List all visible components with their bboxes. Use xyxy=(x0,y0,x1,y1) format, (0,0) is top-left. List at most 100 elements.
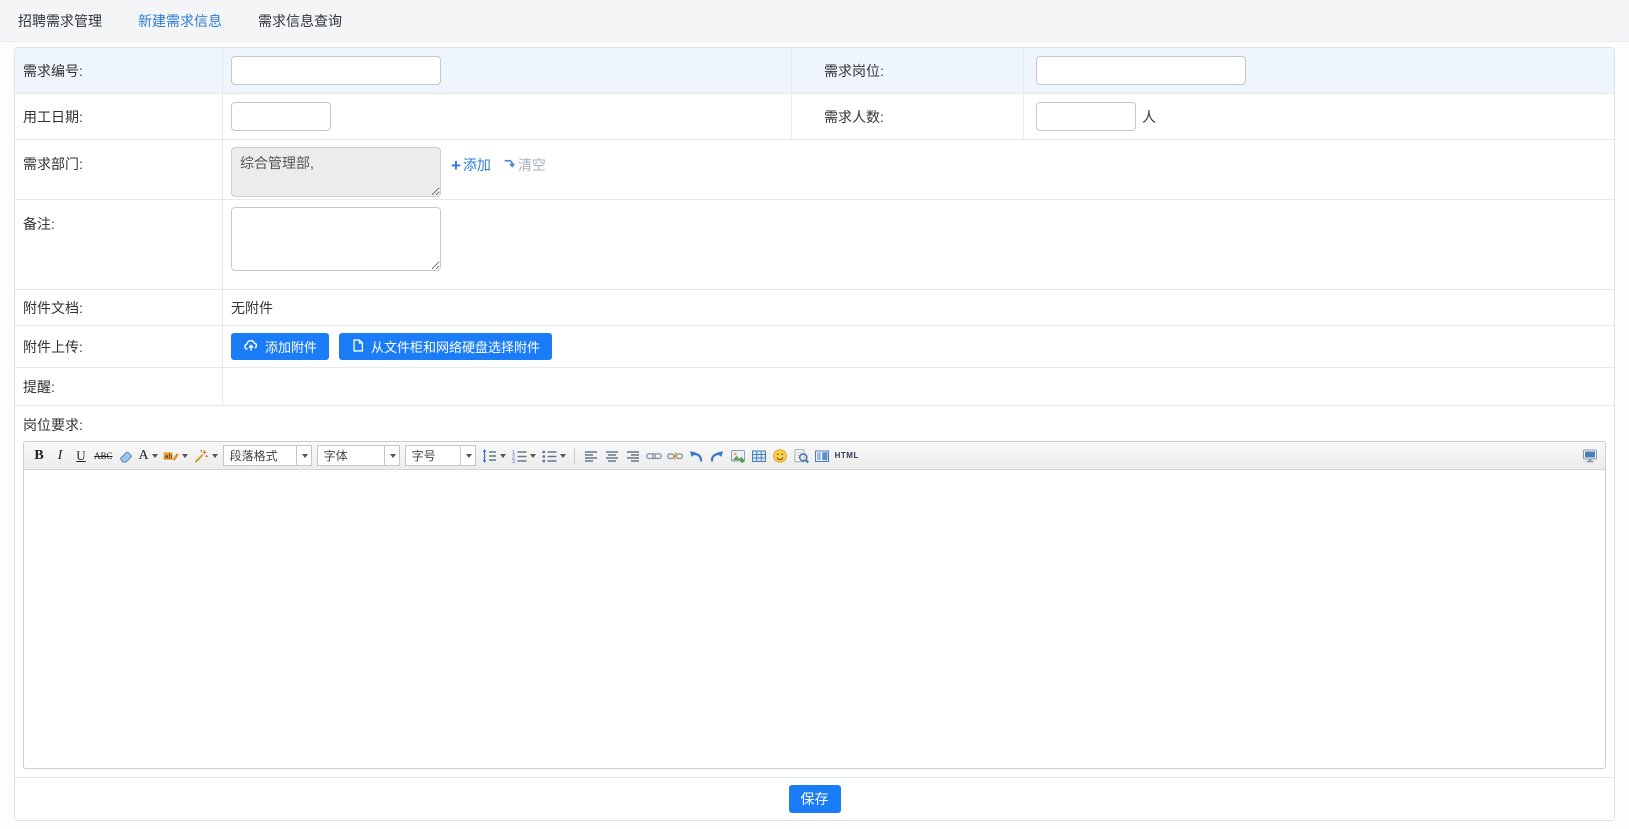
magnifier-icon xyxy=(793,448,809,464)
font-size-select[interactable]: 字号 xyxy=(405,445,476,466)
font-family-value: 字体 xyxy=(318,447,384,464)
chevron-down-icon xyxy=(296,446,311,465)
remark-label-text: 备注: xyxy=(23,214,55,234)
insert-link-button[interactable] xyxy=(644,446,664,466)
italic-button[interactable]: I xyxy=(50,446,70,466)
editor-toolbar: B I U ABC A ab 段落格式 字体 字号 xyxy=(24,442,1605,470)
ordered-list-icon: 123 xyxy=(511,448,527,464)
align-left-button[interactable] xyxy=(581,446,601,466)
align-right-icon xyxy=(625,448,641,464)
font-family-select[interactable]: 字体 xyxy=(317,445,400,466)
line-height-button[interactable] xyxy=(479,446,508,466)
align-left-icon xyxy=(583,448,599,464)
redo-button[interactable] xyxy=(707,446,727,466)
department-label-text: 需求部门: xyxy=(23,154,83,174)
italic-icon: I xyxy=(58,448,63,464)
preview-button[interactable] xyxy=(791,446,811,466)
bullet-list-icon xyxy=(541,448,557,464)
work-date-label: 用工日期: xyxy=(15,94,223,139)
row-attachment-doc: 附件文档: 无附件 xyxy=(15,290,1614,326)
align-center-button[interactable] xyxy=(602,446,622,466)
reminder-label: 提醒: xyxy=(15,368,223,405)
font-size-value: 字号 xyxy=(406,447,460,464)
row-reminder: 提醒: xyxy=(15,368,1614,406)
html-source-button[interactable]: HTML xyxy=(833,446,861,466)
redo-icon xyxy=(709,448,725,464)
line-height-icon xyxy=(481,448,497,464)
tab-demand-info-query[interactable]: 需求信息查询 xyxy=(258,11,342,31)
department-textarea[interactable]: 综合管理部, xyxy=(231,147,441,197)
underline-icon: U xyxy=(76,448,85,464)
highlight-icon: ab xyxy=(163,448,179,464)
tab-new-demand-info[interactable]: 新建需求信息 xyxy=(138,11,222,31)
insert-table-button[interactable] xyxy=(749,446,769,466)
smiley-icon xyxy=(772,448,788,464)
layout-blocks-button[interactable] xyxy=(812,446,832,466)
add-attachment-button[interactable]: 添加附件 xyxy=(231,333,329,360)
bold-button[interactable]: B xyxy=(29,446,49,466)
row-job-requirements: 岗位要求: B I U ABC A ab 段落格式 字体 xyxy=(15,406,1614,769)
format-wand-button[interactable] xyxy=(191,446,220,466)
tab-recruit-demand-management[interactable]: 招聘需求管理 xyxy=(18,11,102,31)
row-department: 需求部门: 综合管理部, + 添加 清空 xyxy=(15,140,1614,200)
attachment-doc-label-text: 附件文档: xyxy=(23,298,83,318)
chevron-down-icon xyxy=(460,446,475,465)
clear-link-label: 清空 xyxy=(518,155,546,175)
chevron-down-icon xyxy=(500,454,506,458)
remark-textarea[interactable] xyxy=(231,207,441,271)
headcount-input[interactable] xyxy=(1036,102,1136,131)
remark-label: 备注: xyxy=(15,200,223,289)
chevron-down-icon xyxy=(384,446,399,465)
underline-button[interactable]: U xyxy=(71,446,91,466)
paragraph-format-value: 段落格式 xyxy=(224,447,296,464)
clear-arrow-icon xyxy=(503,157,516,173)
chevron-down-icon xyxy=(560,454,566,458)
demand-post-input[interactable] xyxy=(1036,56,1246,85)
image-icon xyxy=(730,448,746,464)
save-bar: 保存 xyxy=(15,777,1614,820)
demand-no-label: 需求编号: xyxy=(15,48,223,93)
unlink-button[interactable] xyxy=(665,446,685,466)
plus-icon: + xyxy=(451,157,461,174)
undo-icon xyxy=(688,448,704,464)
paragraph-format-select[interactable]: 段落格式 xyxy=(223,445,312,466)
clear-department-link[interactable]: 清空 xyxy=(503,155,546,175)
strikethrough-button[interactable]: ABC xyxy=(92,446,115,466)
highlight-button[interactable]: ab xyxy=(161,446,190,466)
chevron-down-icon xyxy=(182,454,188,458)
align-center-icon xyxy=(604,448,620,464)
attachment-upload-label: 附件上传: xyxy=(15,326,223,367)
job-requirements-label-text: 岗位要求: xyxy=(23,417,83,433)
strikethrough-icon: ABC xyxy=(94,451,113,461)
demand-no-input[interactable] xyxy=(231,56,441,85)
select-from-cabinet-button-label: 从文件柜和网络硬盘选择附件 xyxy=(371,337,540,356)
bullet-list-button[interactable] xyxy=(539,446,568,466)
align-right-button[interactable] xyxy=(623,446,643,466)
add-attachment-button-label: 添加附件 xyxy=(265,337,317,356)
select-from-cabinet-button[interactable]: 从文件柜和网络硬盘选择附件 xyxy=(339,333,552,360)
demand-post-label-text: 需求岗位: xyxy=(824,61,884,81)
insert-image-button[interactable] xyxy=(728,446,748,466)
unlink-icon xyxy=(667,448,683,464)
font-color-button[interactable]: A xyxy=(137,446,160,466)
rich-text-editor: B I U ABC A ab 段落格式 字体 字号 xyxy=(23,441,1606,769)
add-link-label: 添加 xyxy=(463,155,491,175)
fullscreen-button[interactable] xyxy=(1580,446,1600,466)
undo-button[interactable] xyxy=(686,446,706,466)
cloud-upload-icon xyxy=(243,338,259,356)
chevron-down-icon xyxy=(530,454,536,458)
emoticon-button[interactable] xyxy=(770,446,790,466)
work-date-input[interactable] xyxy=(231,102,331,131)
headcount-label-text: 需求人数: xyxy=(824,107,884,127)
file-picker-icon xyxy=(351,338,365,356)
link-icon xyxy=(646,448,662,464)
chevron-down-icon xyxy=(212,454,218,458)
save-button[interactable]: 保存 xyxy=(789,785,841,813)
add-department-link[interactable]: + 添加 xyxy=(451,155,491,175)
ordered-list-button[interactable]: 123 xyxy=(509,446,538,466)
monitor-icon xyxy=(1582,448,1598,464)
attachment-upload-label-text: 附件上传: xyxy=(23,337,83,357)
eraser-button[interactable] xyxy=(116,446,136,466)
editor-content-area[interactable] xyxy=(24,470,1605,768)
eraser-icon xyxy=(118,448,134,464)
